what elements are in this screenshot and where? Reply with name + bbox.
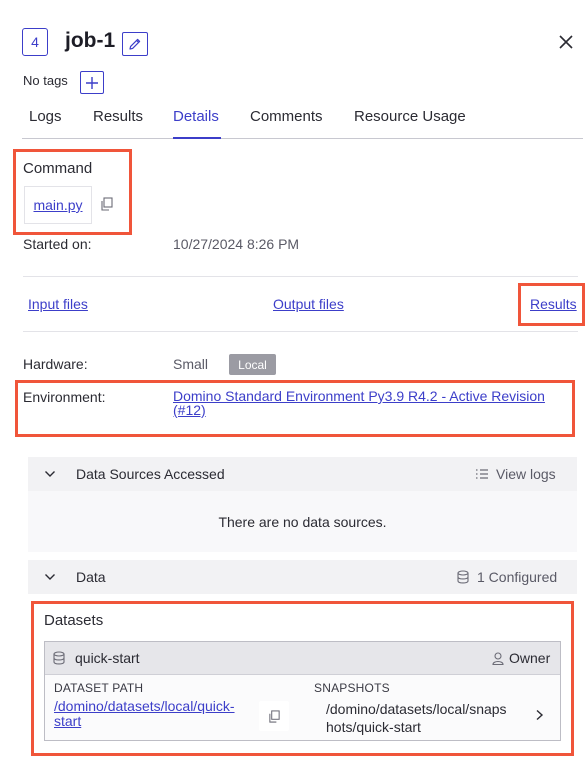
snapshot-path: /domino/datasets/local/snaps hots/quick-… (326, 700, 507, 736)
input-files-link[interactable]: Input files (28, 296, 88, 312)
hardware-value: Small (173, 356, 209, 372)
command-label: Command (23, 160, 93, 177)
copy-icon (268, 709, 280, 723)
data-header[interactable]: Data 1 Configured (28, 560, 577, 594)
no-tags-label: No tags (23, 73, 68, 88)
chevron-right-icon[interactable] (535, 709, 544, 721)
environment-label: Environment: (23, 389, 106, 405)
environment-link-line1: Domino Standard Environment Py3.9 R4.2 -… (173, 388, 545, 404)
divider (23, 331, 578, 332)
chevron-down-icon (45, 574, 55, 580)
tab-logs[interactable]: Logs (29, 108, 62, 125)
close-button[interactable] (556, 32, 576, 52)
snapshot-path-line2: hots/quick-start (326, 719, 421, 735)
datasets-heading: Datasets (44, 612, 104, 629)
tab-resource-usage[interactable]: Resource Usage (354, 108, 466, 125)
no-data-sources-text: There are no data sources. (218, 514, 387, 530)
dataset-name: quick-start (75, 650, 140, 666)
dataset-path-link[interactable]: /domino/datasets/local/quick- start (54, 699, 235, 729)
plus-icon (86, 76, 98, 89)
job-number-badge: 4 (22, 28, 48, 56)
list-icon (476, 469, 488, 479)
job-title: job-1 (65, 29, 116, 52)
data-sources-body: There are no data sources. (28, 491, 577, 552)
active-tab-indicator (173, 137, 221, 139)
dataset-path-label: DATASET PATH (54, 681, 144, 695)
local-badge: Local (229, 354, 276, 375)
configured-label: 1 Configured (477, 569, 558, 585)
copy-path-button[interactable] (259, 701, 289, 731)
results-link[interactable]: Results (530, 296, 577, 312)
copy-icon (101, 197, 113, 211)
tab-details[interactable]: Details (173, 108, 219, 125)
view-logs-label: View logs (496, 466, 556, 482)
pencil-icon (129, 38, 141, 50)
snapshots-label: SNAPSHOTS (314, 681, 390, 695)
user-icon (492, 651, 504, 665)
chevron-down-icon (45, 471, 55, 477)
divider (23, 276, 578, 277)
view-logs-button[interactable]: View logs (475, 466, 556, 482)
dataset-card-header: quick-start Owner (45, 642, 560, 675)
data-title: Data (76, 569, 106, 585)
add-tag-button[interactable] (80, 71, 104, 94)
started-value: 10/27/2024 8:26 PM (173, 236, 300, 252)
database-icon (53, 651, 65, 665)
command-file-link[interactable]: main.py (33, 197, 82, 213)
environment-link[interactable]: Domino Standard Environment Py3.9 R4.2 -… (173, 389, 568, 417)
data-sources-title: Data Sources Accessed (76, 466, 225, 482)
hardware-label: Hardware: (23, 356, 88, 372)
dataset-role-label: Owner (509, 650, 551, 666)
tab-comments[interactable]: Comments (250, 108, 323, 125)
close-icon (559, 35, 573, 49)
dataset-path-line1: /domino/datasets/local/quick- (54, 698, 235, 714)
dataset-card: quick-start Owner DATASET PATH /domino/d… (44, 641, 561, 741)
dataset-role: Owner (492, 650, 550, 666)
output-files-link[interactable]: Output files (273, 296, 344, 312)
environment-link-line2: (#12) (173, 402, 206, 418)
configured-count: 1 Configured (457, 569, 557, 585)
snapshot-path-line1: /domino/datasets/local/snaps (326, 701, 507, 717)
started-label: Started on: (23, 236, 92, 252)
database-icon (457, 570, 469, 584)
edit-title-button[interactable] (122, 32, 148, 56)
tab-bar: Logs Results Details Comments Resource U… (22, 98, 583, 139)
data-sources-header[interactable]: Data Sources Accessed View logs (28, 457, 577, 491)
copy-command-button[interactable] (100, 197, 114, 216)
dataset-path-line2: start (54, 713, 82, 729)
tab-results[interactable]: Results (93, 108, 143, 125)
command-value-box: main.py (24, 186, 92, 224)
